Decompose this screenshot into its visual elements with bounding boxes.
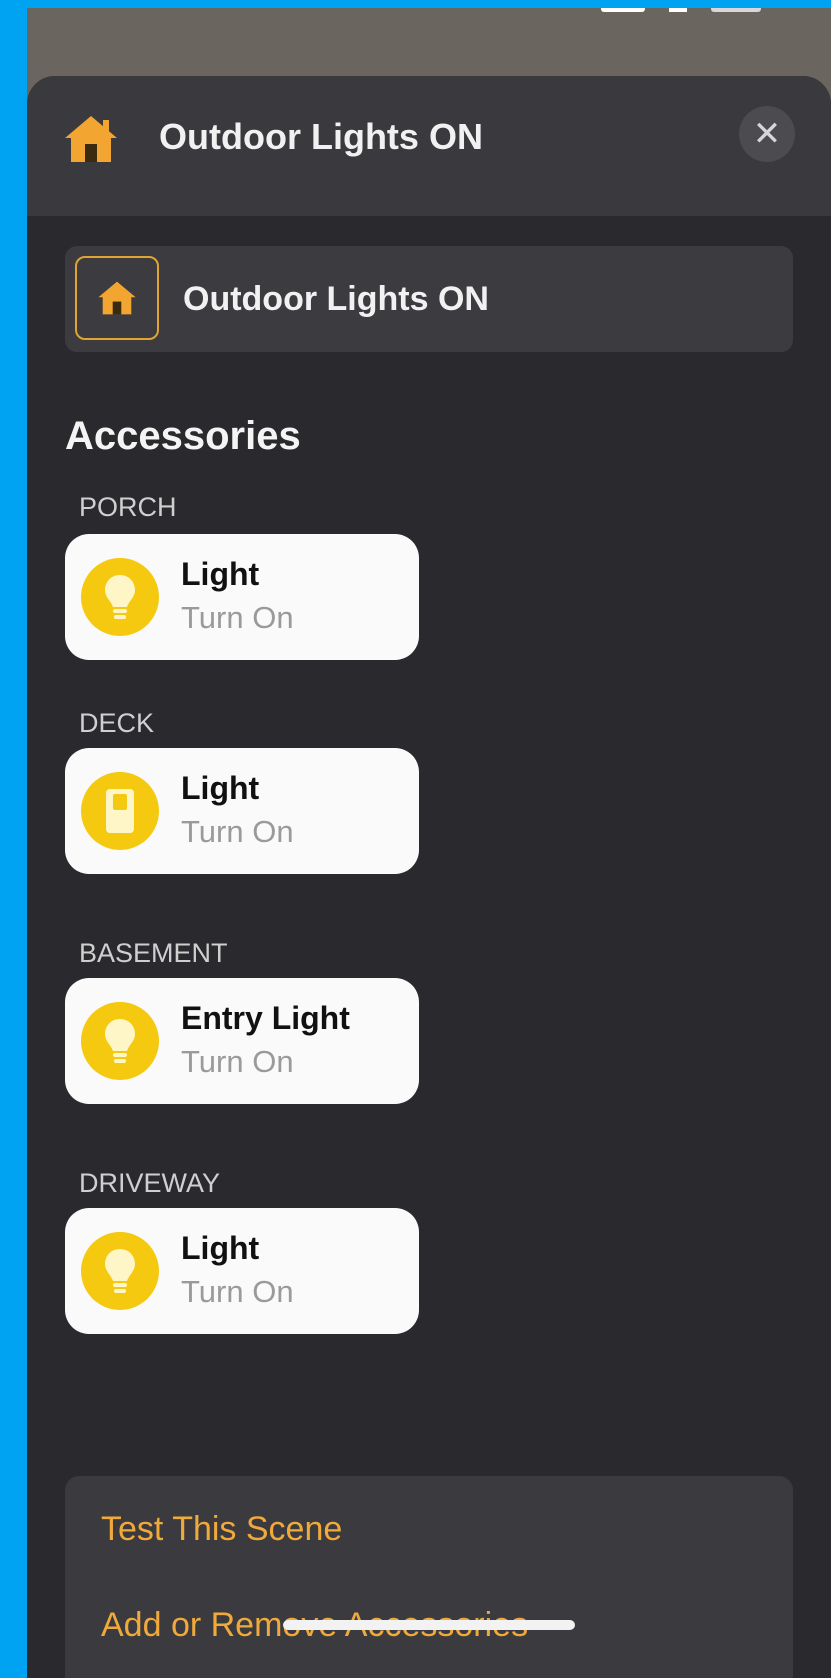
status-icons — [601, 8, 761, 12]
scene-sheet: Outdoor Lights ON ✕ Outdoor Lights ON Ac… — [27, 76, 831, 1678]
accessory-tile-basement-entry-light[interactable]: Entry Light Turn On — [65, 978, 419, 1104]
scene-name-field[interactable]: Outdoor Lights ON — [65, 246, 793, 352]
home-indicator[interactable] — [283, 1620, 575, 1630]
phone-screen: Outdoor Lights ON ✕ Outdoor Lights ON Ac… — [27, 8, 831, 1678]
accessory-status: Turn On — [181, 1044, 294, 1079]
test-scene-button[interactable]: Test This Scene — [101, 1510, 342, 1549]
lightbulb-icon — [81, 558, 159, 636]
accessory-status: Turn On — [181, 814, 294, 849]
accessories-title: Accessories — [65, 414, 301, 458]
accessory-name: Light — [181, 770, 260, 806]
house-icon — [65, 116, 117, 162]
accessory-name: Entry Light — [181, 1000, 350, 1036]
accessory-status: Turn On — [181, 600, 294, 635]
accessory-tile-deck-light[interactable]: Light Turn On — [65, 748, 419, 874]
lightbulb-icon — [81, 1002, 159, 1080]
status-bar — [27, 8, 831, 30]
battery-icon — [711, 8, 761, 12]
scene-icon-button[interactable] — [75, 256, 159, 340]
scene-name-value[interactable]: Outdoor Lights ON — [183, 280, 489, 319]
room-label-driveway: DRIVEWAY — [79, 1168, 221, 1198]
close-button[interactable]: ✕ — [739, 106, 795, 162]
accessory-tile-driveway-light[interactable]: Light Turn On — [65, 1208, 419, 1334]
accessory-status: Turn On — [181, 1274, 294, 1309]
accessory-tile-porch-light[interactable]: Light Turn On — [65, 534, 419, 660]
wifi-icon — [669, 8, 687, 12]
sheet-header: Outdoor Lights ON ✕ — [27, 76, 831, 216]
sheet-title: Outdoor Lights ON — [159, 116, 483, 157]
light-switch-icon — [81, 772, 159, 850]
cellular-signal-icon — [601, 8, 645, 12]
room-label-deck: DECK — [79, 708, 155, 738]
lightbulb-icon — [81, 1232, 159, 1310]
accessory-name: Light — [181, 1230, 260, 1266]
room-label-basement: BASEMENT — [79, 938, 228, 968]
room-label-porch: PORCH — [79, 492, 177, 522]
scene-actions-panel: Test This Scene Add or Remove Accessorie… — [65, 1476, 793, 1678]
accessory-name: Light — [181, 556, 260, 592]
house-icon — [98, 281, 136, 315]
